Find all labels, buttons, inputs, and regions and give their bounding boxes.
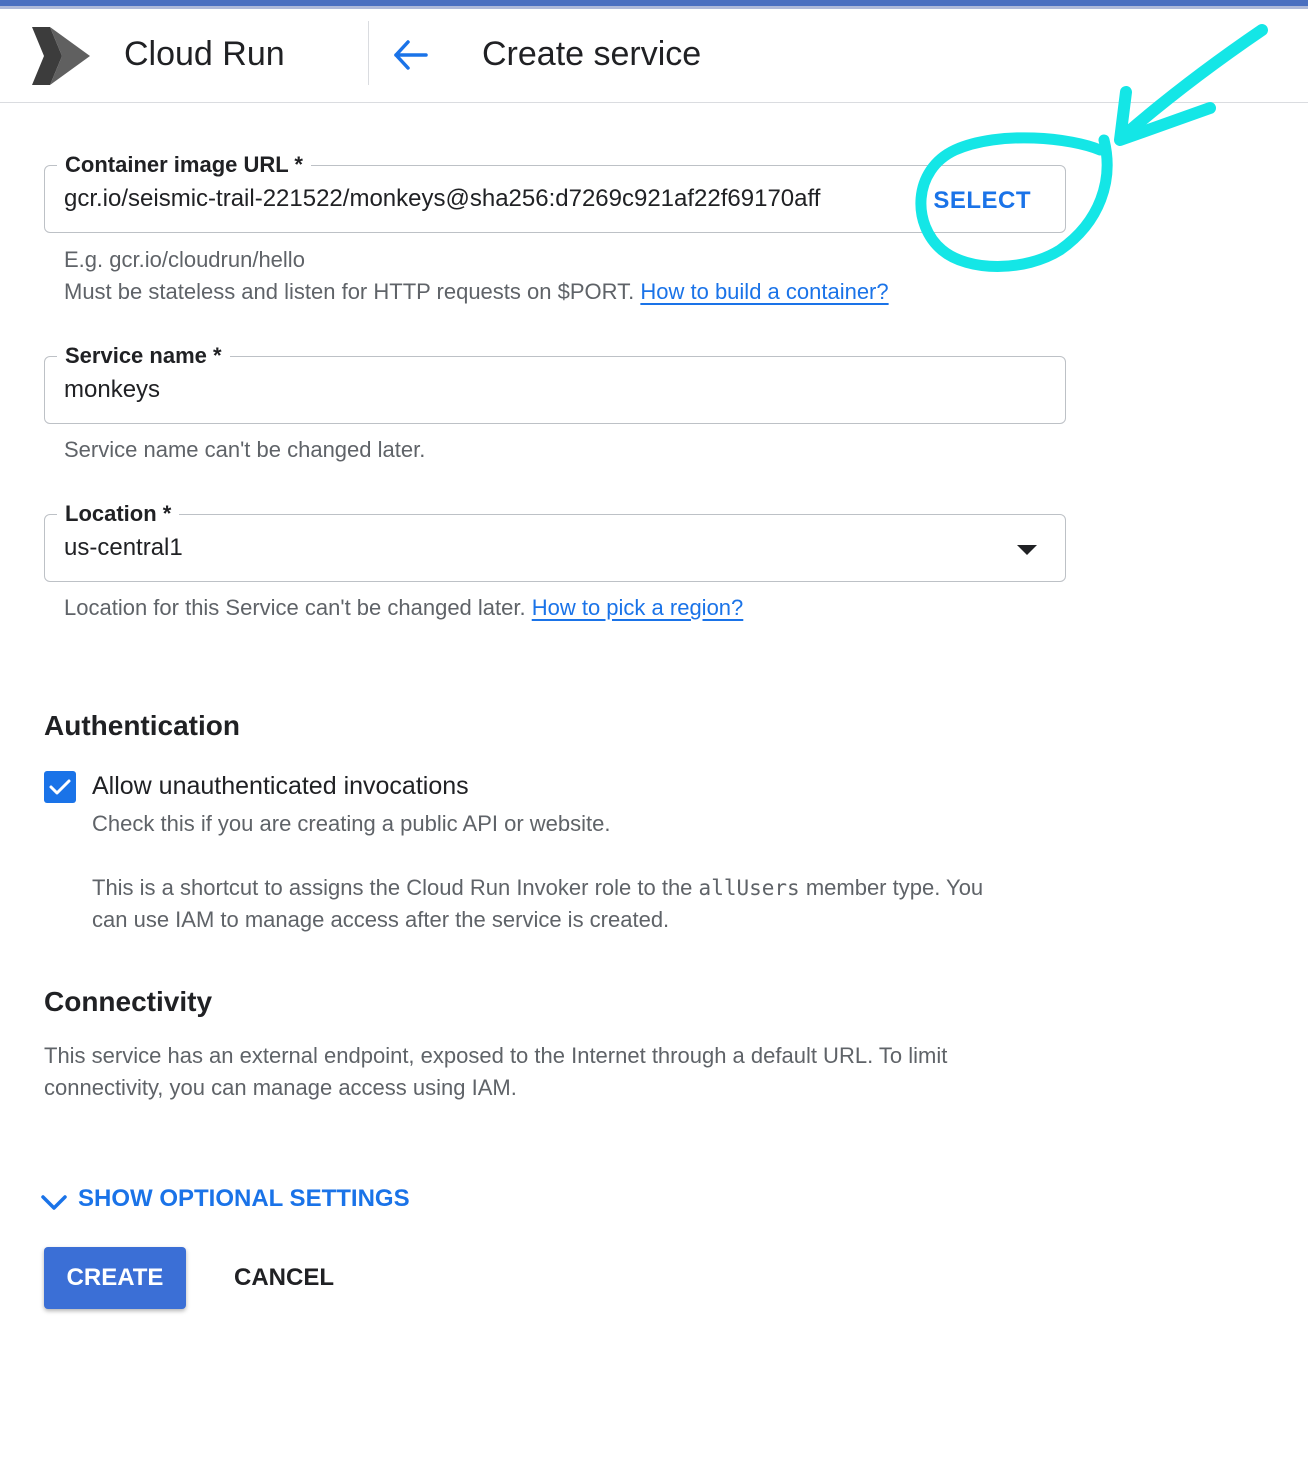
- location-label: Location *: [57, 501, 180, 527]
- connectivity-desc-line2: connectivity, you can manage access usin…: [44, 1075, 517, 1100]
- authentication-desc-2-line2: can use IAM to manage access after the s…: [92, 907, 670, 932]
- container-image-hint-text: Must be stateless and listen for HTTP re…: [64, 279, 635, 304]
- authentication-desc-2: This is a shortcut to assigns the Cloud …: [92, 872, 1072, 936]
- location-hint-text: Location for this Service can't be chang…: [64, 595, 526, 620]
- connectivity-desc: This service has an external endpoint, e…: [44, 1040, 1064, 1104]
- show-optional-settings-label: SHOW OPTIONAL SETTINGS: [78, 1185, 410, 1212]
- back-arrow-icon[interactable]: [386, 31, 434, 79]
- cloud-run-logo: [32, 27, 90, 85]
- location-value[interactable]: us-central1: [64, 533, 183, 563]
- location-hint: Location for this Service can't be chang…: [64, 592, 743, 624]
- connectivity-desc-line1: This service has an external endpoint, e…: [44, 1043, 948, 1068]
- how-to-pick-region-link[interactable]: How to pick a region?: [532, 595, 744, 620]
- service-name-input[interactable]: monkeys: [64, 375, 160, 405]
- app-header: Cloud Run Create service: [0, 9, 1308, 103]
- check-icon: [49, 779, 71, 795]
- service-name-hint: Service name can't be changed later.: [64, 437, 426, 462]
- service-name-label: Service name *: [57, 343, 230, 369]
- authentication-heading: Authentication: [44, 710, 240, 741]
- allow-unauthenticated-checkbox[interactable]: [44, 771, 76, 803]
- container-image-example: E.g. gcr.io/cloudrun/hello: [64, 247, 305, 272]
- create-button[interactable]: CREATE: [44, 1247, 186, 1309]
- cancel-button[interactable]: CANCEL: [214, 1247, 354, 1309]
- authentication-desc-2-post: member type. You: [805, 875, 984, 900]
- container-image-label: Container image URL *: [57, 152, 311, 178]
- container-image-hint: Must be stateless and listen for HTTP re…: [64, 276, 889, 308]
- location-select[interactable]: Location * us-central1: [44, 501, 1066, 582]
- how-to-build-container-link[interactable]: How to build a container?: [640, 279, 888, 304]
- allow-unauthenticated-label[interactable]: Allow unauthenticated invocations: [92, 772, 469, 801]
- container-image-field[interactable]: Container image URL * gcr.io/seismic-tra…: [44, 152, 1066, 233]
- all-users-code: allUsers: [698, 876, 800, 900]
- page-title: Create service: [482, 35, 702, 73]
- authentication-desc-1: Check this if you are creating a public …: [92, 811, 611, 836]
- caret-down-icon[interactable]: [1017, 545, 1037, 555]
- app-title: Cloud Run: [124, 35, 285, 73]
- header-divider: [368, 21, 369, 85]
- connectivity-heading: Connectivity: [44, 986, 213, 1017]
- select-image-button[interactable]: SELECT: [933, 187, 1031, 215]
- container-image-input[interactable]: gcr.io/seismic-trail-221522/monkeys@sha2…: [64, 184, 820, 214]
- authentication-desc-2-pre: This is a shortcut to assigns the Cloud …: [92, 875, 693, 900]
- service-name-field[interactable]: Service name * monkeys: [44, 343, 1066, 424]
- chevron-down-icon: [41, 1195, 67, 1210]
